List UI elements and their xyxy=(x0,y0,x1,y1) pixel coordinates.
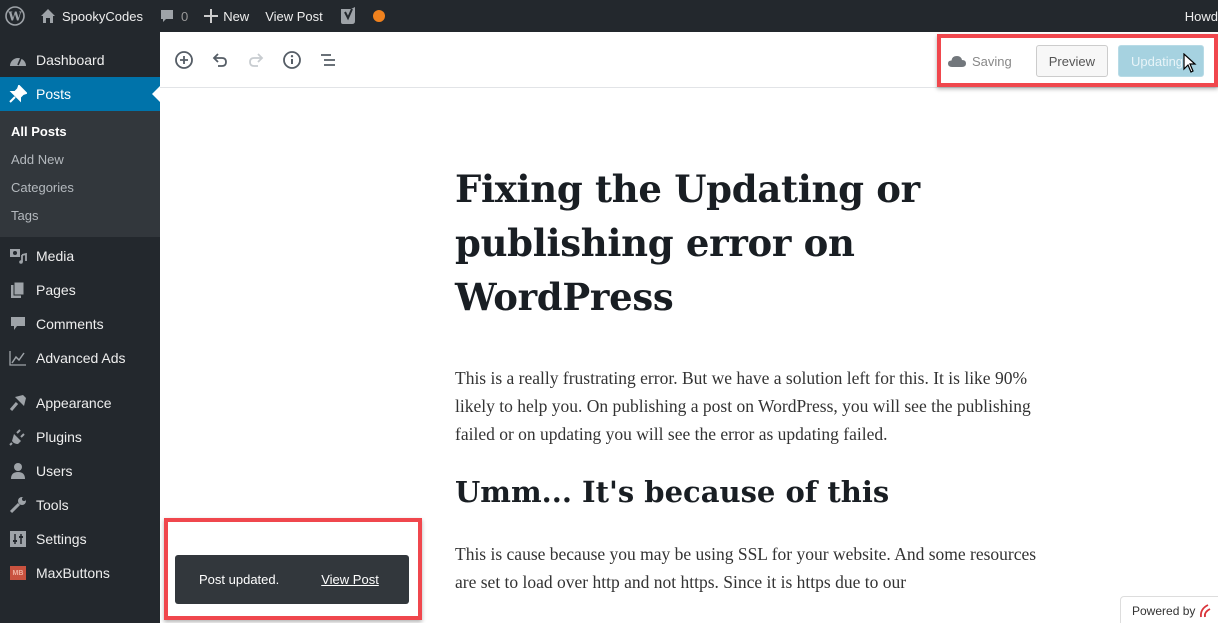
view-post-label: View Post xyxy=(265,8,323,24)
view-post-notice-link[interactable]: View Post xyxy=(321,572,379,587)
submenu-all-posts[interactable]: All Posts xyxy=(0,117,160,145)
heading-block[interactable]: Umm... It's because of this xyxy=(455,472,1055,512)
pages-icon xyxy=(8,280,28,300)
info-icon xyxy=(283,50,301,69)
wrench-icon xyxy=(8,495,28,515)
add-block-button[interactable] xyxy=(166,42,202,78)
sidebar-item-label: Plugins xyxy=(36,429,82,445)
new-label: New xyxy=(223,8,250,24)
sidebar-item-comments[interactable]: Comments xyxy=(0,307,160,341)
chart-icon xyxy=(8,348,28,368)
powered-by-badge[interactable]: Powered by xyxy=(1120,596,1218,623)
home-icon xyxy=(41,9,55,23)
wordpress-logo-button[interactable]: W xyxy=(0,0,32,32)
list-outline-icon xyxy=(321,53,335,66)
howdy-label: Howd xyxy=(1184,8,1218,24)
site-name: SpookyCodes xyxy=(62,8,143,24)
sidebar-item-posts[interactable]: Posts xyxy=(0,77,160,111)
submenu-tags[interactable]: Tags xyxy=(0,201,160,229)
post-title[interactable]: Fixing the Updating or publishing error … xyxy=(455,162,1055,324)
sidebar-item-label: Media xyxy=(36,248,75,264)
undo-icon xyxy=(212,52,227,67)
sidebar-item-label: Posts xyxy=(36,86,72,102)
plugin-icon xyxy=(8,427,28,447)
view-post-link[interactable]: View Post xyxy=(257,0,331,32)
paragraph-block[interactable]: This is a really frustrating error. But … xyxy=(455,364,1055,448)
sidebar-item-users[interactable]: Users xyxy=(0,454,160,488)
redo-button[interactable] xyxy=(238,42,274,78)
sidebar-item-settings[interactable]: Settings xyxy=(0,522,160,556)
maxbuttons-badge: MB xyxy=(10,566,26,580)
content-info-button[interactable] xyxy=(274,42,310,78)
sidebar-item-advanced-ads[interactable]: Advanced Ads xyxy=(0,341,160,375)
sidebar-item-label: Tools xyxy=(36,497,69,513)
sidebar-item-label: Comments xyxy=(36,316,104,332)
post-editor-content: Fixing the Updating or publishing error … xyxy=(455,100,1055,596)
sidebar-item-label: Advanced Ads xyxy=(36,350,126,366)
paragraph-block[interactable]: This is cause because you may be using S… xyxy=(455,540,1055,596)
plus-icon xyxy=(204,9,219,23)
comment-bubble-icon xyxy=(160,10,173,22)
wordpress-icon: W xyxy=(5,6,25,26)
sidebar-item-plugins[interactable]: Plugins xyxy=(0,420,160,454)
media-icon xyxy=(8,246,28,266)
site-name-link[interactable]: SpookyCodes xyxy=(32,0,151,32)
status-dot xyxy=(372,10,385,22)
admin-bar: W SpookyCodes 0 New View Post Howd xyxy=(0,0,1218,32)
yoast-icon xyxy=(340,7,355,24)
settings-icon xyxy=(8,529,28,549)
sidebar-item-label: Pages xyxy=(36,282,76,298)
svg-text:W: W xyxy=(7,10,22,24)
sidebar-item-tools[interactable]: Tools xyxy=(0,488,160,522)
dashboard-icon xyxy=(8,50,28,70)
pin-icon xyxy=(8,84,28,104)
sidebar-item-dashboard[interactable]: Dashboard xyxy=(0,43,160,77)
powered-by-label: Powered by xyxy=(1132,604,1196,618)
comments-link[interactable]: 0 xyxy=(151,0,196,32)
sidebar-item-appearance[interactable]: Appearance xyxy=(0,386,160,420)
sidebar-item-pages[interactable]: Pages xyxy=(0,273,160,307)
brush-icon xyxy=(8,393,28,413)
notice-message: Post updated. xyxy=(199,572,280,587)
sidebar-item-media[interactable]: Media xyxy=(0,239,160,273)
undo-button[interactable] xyxy=(202,42,238,78)
comments-count: 0 xyxy=(180,8,189,24)
block-navigation-button[interactable] xyxy=(310,42,346,78)
user-icon xyxy=(8,461,28,481)
sidebar-item-label: Users xyxy=(36,463,73,479)
my-account-menu[interactable]: Howd xyxy=(1177,0,1218,32)
seo-status-indicator xyxy=(365,0,393,32)
maxbuttons-icon: MB xyxy=(8,563,28,583)
plus-circle-icon xyxy=(175,50,193,69)
sidebar-item-label: Appearance xyxy=(36,395,112,411)
new-content-link[interactable]: New xyxy=(196,0,257,32)
redo-icon xyxy=(249,52,264,67)
sidebar-item-label: Dashboard xyxy=(36,52,105,68)
sidebar-item-label: MaxButtons xyxy=(36,565,110,581)
yoast-menu[interactable] xyxy=(331,0,365,32)
submenu-categories[interactable]: Categories xyxy=(0,173,160,201)
sidebar-item-label: Settings xyxy=(36,531,87,547)
powered-by-logo-icon xyxy=(1200,604,1211,618)
post-updated-notice: Post updated. View Post xyxy=(175,555,409,604)
posts-submenu: All Posts Add New Categories Tags xyxy=(0,111,160,237)
mouse-cursor-icon xyxy=(1183,53,1197,73)
sidebar-item-maxbuttons[interactable]: MB MaxButtons xyxy=(0,556,160,590)
highlight-box-publish-actions xyxy=(937,34,1218,87)
comment-icon xyxy=(8,314,28,334)
admin-sidebar: Dashboard Posts All Posts Add New Catego… xyxy=(0,32,160,623)
submenu-add-new[interactable]: Add New xyxy=(0,145,160,173)
